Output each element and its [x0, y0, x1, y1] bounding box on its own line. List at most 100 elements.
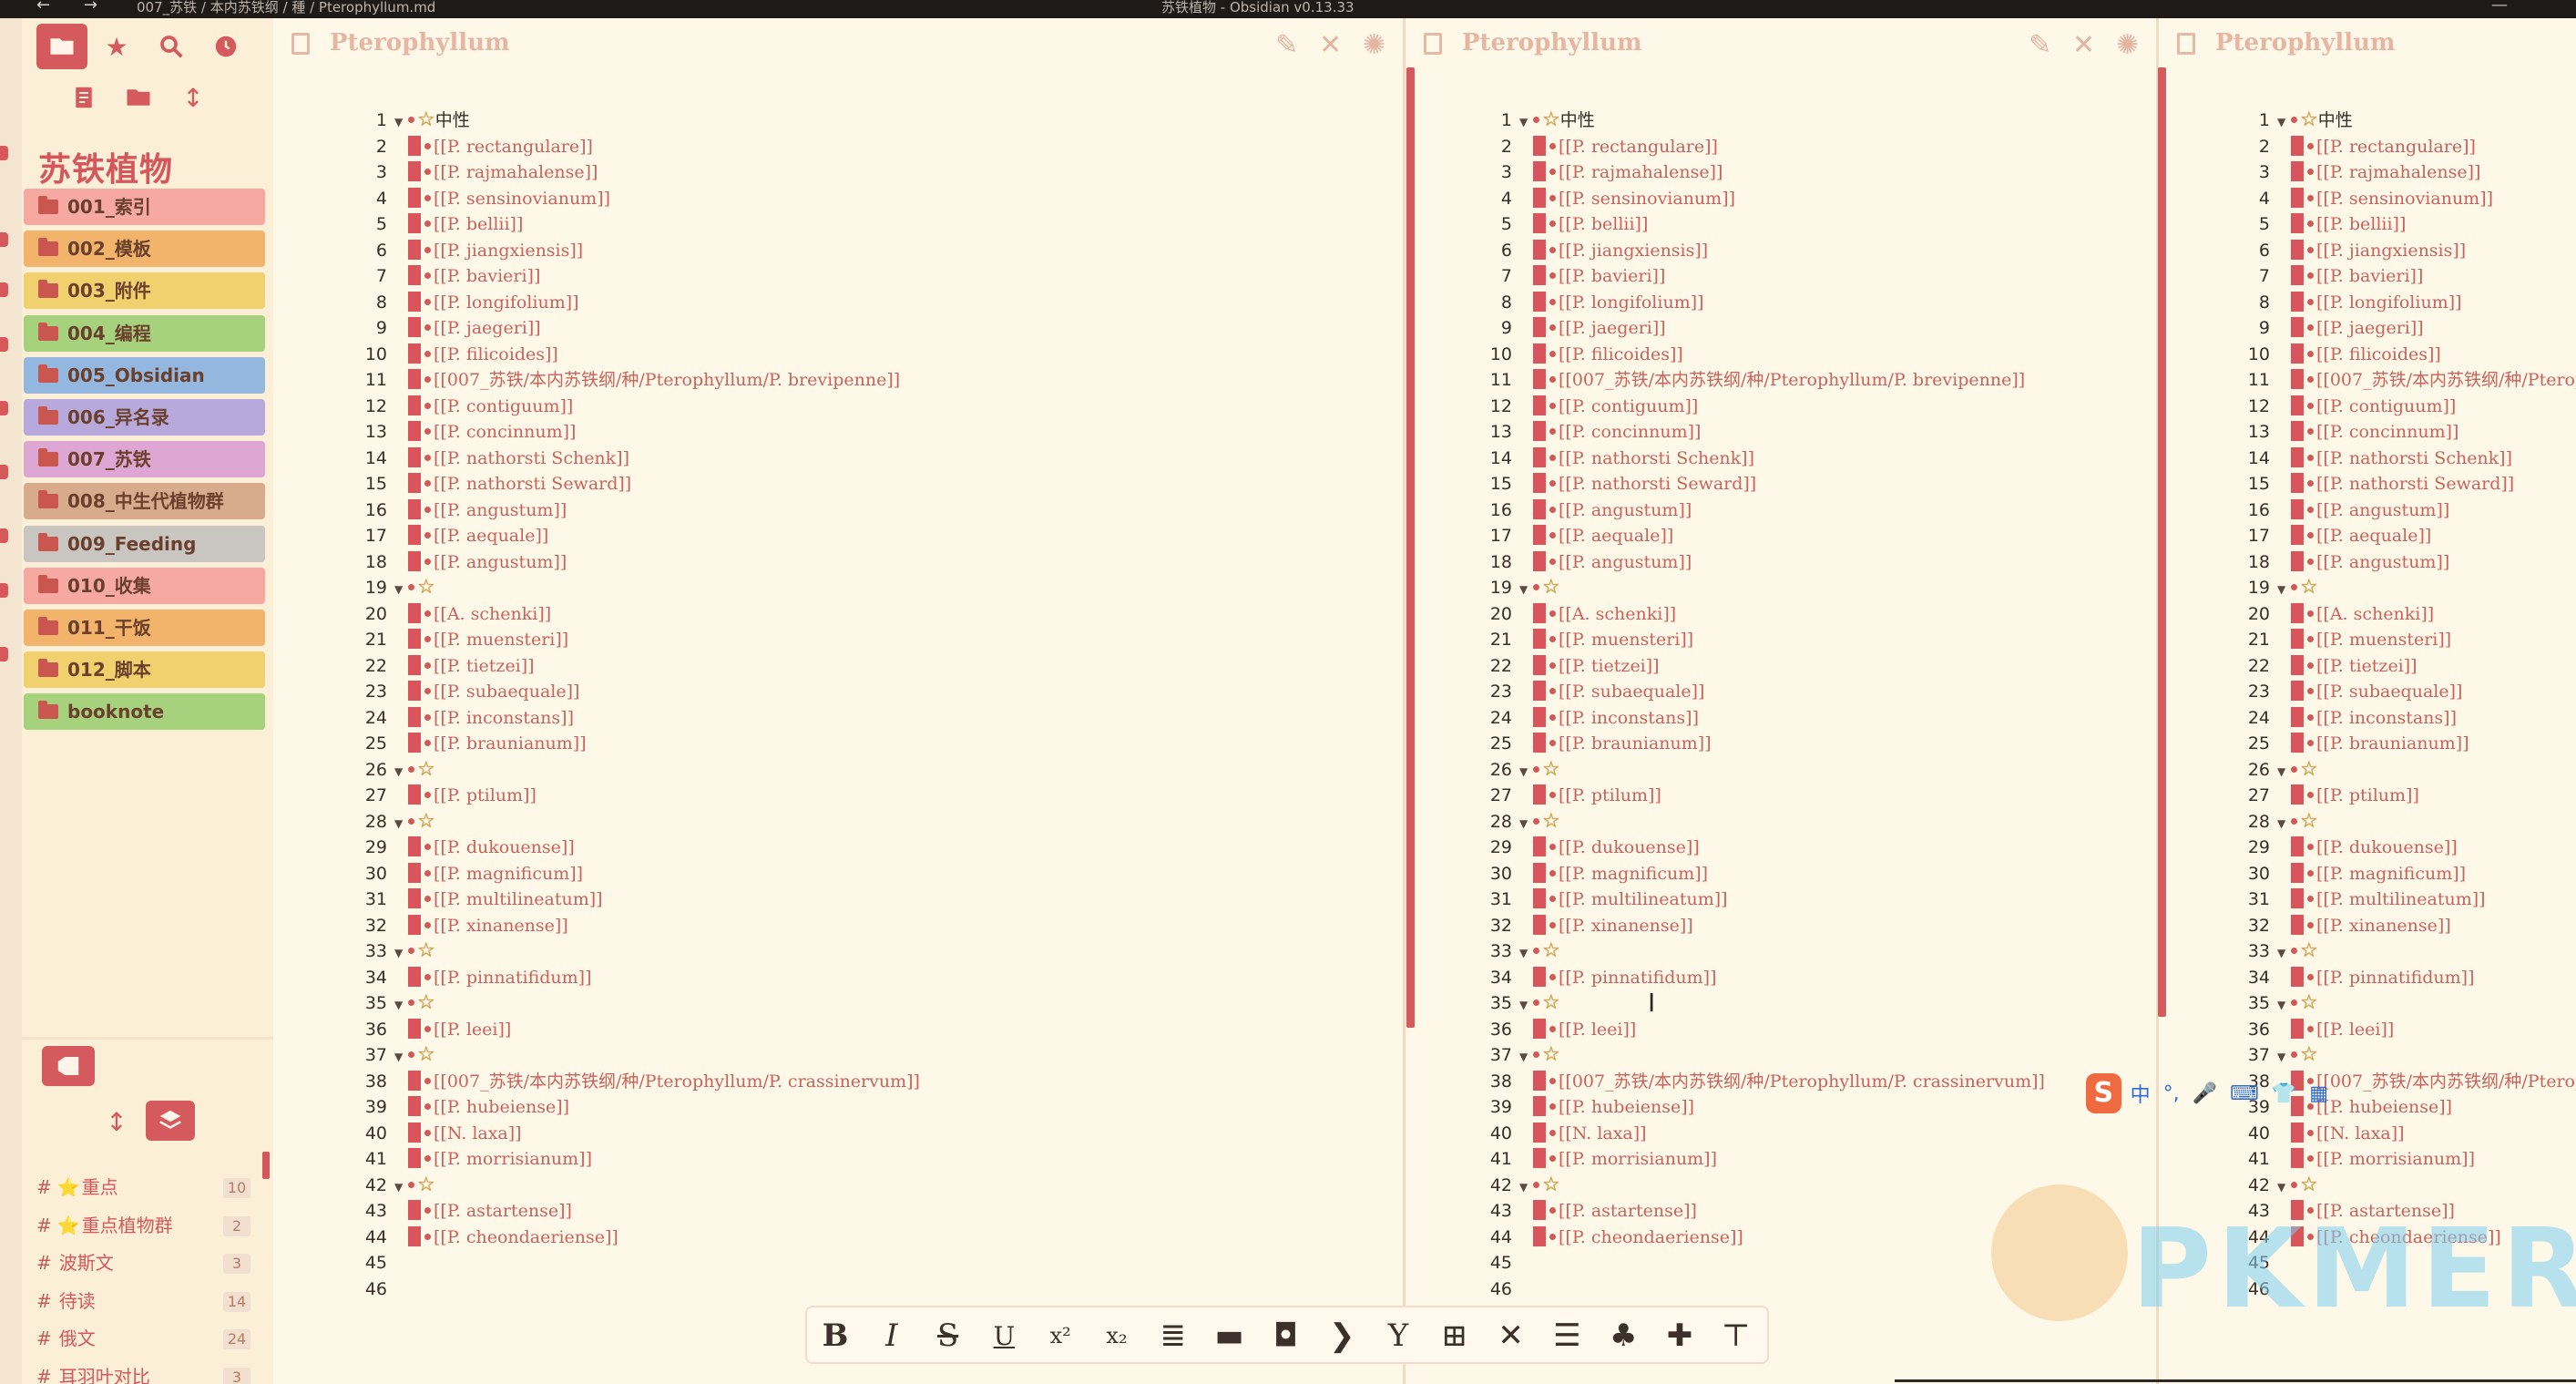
- ribbon-item[interactable]: [0, 583, 8, 598]
- wiki-link[interactable]: [[P. longifolium]]: [434, 292, 579, 313]
- tag-item[interactable]: # 俄文 24: [36, 1323, 260, 1354]
- wiki-link[interactable]: [[P. tietzei]]: [434, 656, 535, 676]
- wiki-link[interactable]: [[P. subaequale]]: [434, 682, 579, 702]
- wiki-link[interactable]: [[P. xinanense]]: [2316, 916, 2451, 936]
- close-x-icon[interactable]: ✕: [1490, 1315, 1532, 1357]
- wiki-link[interactable]: [[P. bavieri]]: [434, 266, 540, 286]
- strikethrough-icon[interactable]: S: [927, 1315, 969, 1357]
- fold-chevron-icon[interactable]: ▼: [394, 811, 403, 837]
- wiki-link[interactable]: [[P. xinanense]]: [1559, 916, 1693, 936]
- wiki-link[interactable]: [[P. ptilum]]: [434, 785, 537, 805]
- wiki-link[interactable]: [[P. bavieri]]: [1559, 266, 1665, 286]
- wiki-link[interactable]: [[P. sensinovianum]]: [1559, 189, 1735, 209]
- more-options-icon[interactable]: ✺: [1363, 29, 1385, 61]
- ribbon-item[interactable]: [0, 232, 8, 247]
- fold-chevron-icon[interactable]: ▼: [2277, 109, 2285, 136]
- folder-item[interactable]: 008_中生代植物群: [24, 483, 265, 520]
- fold-chevron-icon[interactable]: ▼: [1519, 577, 1528, 603]
- wiki-link[interactable]: [[P. sensinovianum]]: [2316, 189, 2493, 209]
- ime-mode-toggle[interactable]: 中: [2131, 1079, 2151, 1108]
- wiki-link[interactable]: [[P. nathorsti Schenk]]: [434, 448, 629, 468]
- ime-keyboard-icon[interactable]: ⌨: [2230, 1082, 2259, 1105]
- fork-icon[interactable]: Y: [1377, 1315, 1419, 1357]
- wiki-link[interactable]: [[P. longifolium]]: [2316, 292, 2462, 313]
- tag-item[interactable]: # 待读 14: [36, 1286, 260, 1317]
- forward-arrow-icon[interactable]: →: [84, 0, 97, 14]
- wiki-link[interactable]: [[007_苏铁/本内苏铁纲/种/Pterophyllum/P. brevipe…: [434, 370, 900, 390]
- tag-pane-icon[interactable]: [42, 1046, 95, 1086]
- wiki-link[interactable]: [[P. morrisianum]]: [434, 1149, 592, 1169]
- fold-chevron-icon[interactable]: ▼: [1519, 759, 1528, 785]
- wiki-link[interactable]: [[P. filicoides]]: [1559, 344, 1683, 364]
- middle-pane-scrollbar[interactable]: [1406, 67, 1415, 1028]
- chevron-icon[interactable]: ❯: [1321, 1315, 1363, 1357]
- wiki-link[interactable]: [[P. rajmahalense]]: [2316, 162, 2480, 182]
- folder-item[interactable]: 007_苏铁: [24, 441, 265, 478]
- fold-chevron-icon[interactable]: ▼: [1519, 1044, 1528, 1071]
- ribbon-item[interactable]: [0, 401, 8, 415]
- wiki-link[interactable]: [[P. angustum]]: [1559, 552, 1692, 572]
- folder-item[interactable]: 001_索引: [24, 189, 265, 225]
- tag-item[interactable]: # ⭐ 重点植物群 2: [36, 1210, 260, 1241]
- wiki-link[interactable]: [[P. concinnum]]: [434, 422, 576, 442]
- tag-sort-icon[interactable]: ↕: [91, 1099, 142, 1144]
- wiki-link[interactable]: [[P. aequale]]: [434, 526, 548, 546]
- wiki-link[interactable]: [[P. jiangxiensis]]: [434, 241, 583, 261]
- wiki-link[interactable]: [[P. hubeiense]]: [434, 1097, 569, 1117]
- wiki-link[interactable]: [[P. ptilum]]: [1559, 785, 1661, 805]
- fold-chevron-icon[interactable]: ▼: [2277, 577, 2285, 603]
- fold-chevron-icon[interactable]: ▼: [1519, 811, 1528, 837]
- wiki-link[interactable]: [[P. magnificum]]: [1559, 864, 1708, 884]
- wiki-link[interactable]: [[P. morrisianum]]: [2316, 1149, 2475, 1169]
- wiki-link[interactable]: [[P. aequale]]: [2316, 526, 2431, 546]
- wiki-link[interactable]: [[P. nathorsti Schenk]]: [2316, 448, 2512, 468]
- wiki-link[interactable]: [[P. angustum]]: [1559, 500, 1692, 520]
- fold-chevron-icon[interactable]: ▼: [394, 759, 403, 785]
- wiki-link[interactable]: [[P. angustum]]: [434, 500, 567, 520]
- ime-grid-icon[interactable]: ▦: [2309, 1082, 2328, 1105]
- close-icon[interactable]: ✕: [2072, 29, 2095, 61]
- new-note-icon[interactable]: [58, 75, 109, 120]
- folder-item[interactable]: 003_附件: [24, 272, 265, 310]
- wiki-link[interactable]: [[P. nathorsti Schenk]]: [1559, 448, 1754, 468]
- folder-item[interactable]: 006_异名录: [24, 399, 265, 436]
- wiki-link[interactable]: [[007_苏铁/本内苏铁纲/种/Pterophyllum/P. crassin…: [1559, 1071, 2045, 1092]
- wiki-link[interactable]: [[P. angustum]]: [434, 552, 567, 572]
- wiki-link[interactable]: [[P. inconstans]]: [2316, 708, 2457, 728]
- folder-item[interactable]: 009_Feeding: [24, 525, 265, 562]
- recent-tab-icon[interactable]: [200, 24, 251, 69]
- wiki-link[interactable]: [[P. muensteri]]: [434, 630, 568, 650]
- format-painter-icon[interactable]: ♣: [1602, 1315, 1644, 1357]
- wiki-link[interactable]: [[007_苏铁/本内苏铁纲/种/Pterophyllum/P. crassin…: [434, 1071, 920, 1092]
- wiki-link[interactable]: [[P. rectangulare]]: [2316, 137, 2476, 157]
- tag-item[interactable]: # 耳羽叶对比 3: [36, 1361, 260, 1384]
- wiki-link[interactable]: [[P. filicoides]]: [2316, 344, 2441, 364]
- folder-item[interactable]: 005_Obsidian: [24, 356, 265, 394]
- edit-pencil-icon[interactable]: ✎: [1275, 29, 1298, 61]
- fold-chevron-icon[interactable]: ▼: [394, 992, 403, 1019]
- wiki-link[interactable]: [[P. bellii]]: [2316, 214, 2406, 234]
- wiki-link[interactable]: [[P. concinnum]]: [1559, 422, 1701, 442]
- tag-scrollbar[interactable]: [262, 1152, 270, 1179]
- wiki-link[interactable]: [[A. schenki]]: [2316, 604, 2434, 624]
- wiki-link[interactable]: [[P. muensteri]]: [1559, 630, 1693, 650]
- ime-skin-icon[interactable]: 👕: [2272, 1082, 2296, 1105]
- wiki-link[interactable]: [[P. cheondaeriense]]: [1559, 1227, 1743, 1247]
- fold-chevron-icon[interactable]: ▼: [394, 1044, 403, 1071]
- wiki-link[interactable]: [[P. nathorsti Seward]]: [2316, 474, 2514, 494]
- wiki-link[interactable]: [[P. xinanense]]: [434, 916, 568, 936]
- fold-chevron-icon[interactable]: ▼: [394, 940, 403, 967]
- wiki-link[interactable]: [[P. tietzei]]: [1559, 656, 1660, 676]
- wiki-link[interactable]: [[P. nathorsti Seward]]: [1559, 474, 1756, 494]
- wiki-link[interactable]: [[P. contiguum]]: [1559, 396, 1698, 416]
- wiki-link[interactable]: [[007_苏铁/本内苏铁纲/种/Pterophyllum/P. brevipe…: [2316, 370, 2576, 390]
- fold-chevron-icon[interactable]: ▼: [394, 577, 403, 603]
- wiki-link[interactable]: [[P. bellii]]: [1559, 214, 1648, 234]
- wiki-link[interactable]: [[P. pinnatifidum]]: [2316, 968, 2475, 988]
- fold-chevron-icon[interactable]: ▼: [2277, 992, 2285, 1019]
- clear-format-icon[interactable]: ⊤: [1715, 1315, 1757, 1357]
- wiki-link[interactable]: [[P. inconstans]]: [434, 708, 574, 728]
- folder-item[interactable]: 002_模板: [24, 231, 265, 268]
- wiki-link[interactable]: [[A. schenki]]: [1559, 604, 1676, 624]
- wiki-link[interactable]: [[P. braunianum]]: [2316, 733, 2469, 754]
